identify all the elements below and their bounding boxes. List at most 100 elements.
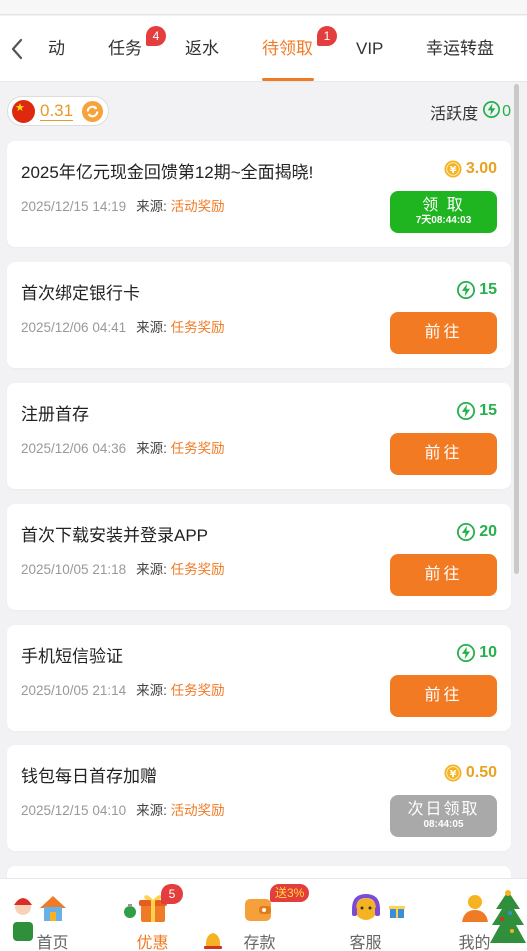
- card-title: 2025年亿元现金回馈第12期~全面揭晓!: [21, 163, 314, 182]
- scrollbar-thumb[interactable]: [514, 84, 519, 574]
- claim-button[interactable]: 领 取 7天08:44:03: [390, 191, 497, 233]
- source-label: 来源:: [136, 320, 167, 335]
- card-time: 2025/12/06 04:41: [21, 320, 127, 335]
- home-icon: [36, 891, 70, 925]
- source-label: 来源:: [136, 199, 167, 214]
- nav-profile[interactable]: 我的: [422, 879, 527, 951]
- reward-value: 20: [479, 523, 497, 540]
- button-label: 领 取: [422, 197, 465, 214]
- reward-card: 2025年亿元现金回馈第12期~全面揭晓! 2025/12/15 14:19 来源…: [7, 141, 511, 247]
- activity-label: 活跃度: [430, 106, 479, 123]
- nav-promotions[interactable]: 5 优惠: [100, 879, 205, 951]
- present-decoration-icon: [389, 903, 405, 924]
- source-value: 任务奖励: [170, 320, 225, 335]
- countdown-text: 08:44:05: [423, 819, 464, 830]
- source-value: 任务奖励: [170, 683, 225, 698]
- nav-label: 首页: [36, 935, 69, 951]
- card-meta: 2025/10/05 21:18 来源: 任务奖励: [21, 558, 225, 578]
- nav-label: 客服: [349, 935, 382, 951]
- card-reward: 10: [457, 643, 497, 663]
- card-title: 首次绑定银行卡: [21, 284, 140, 303]
- balance-pill: ★ 0.31: [7, 96, 109, 126]
- bolt-icon: [457, 281, 476, 299]
- nav-label: 我的: [458, 935, 491, 951]
- svg-text:¥: ¥: [449, 769, 456, 780]
- bottom-nav: 首页 5 优惠 存款 客服 我的: [0, 878, 527, 951]
- countdown-text: 7天08:44:03: [415, 215, 472, 226]
- status-bar: [0, 0, 527, 15]
- tab-tasks-badge: 4: [146, 26, 166, 46]
- tab-activity[interactable]: 动: [48, 36, 65, 62]
- card-meta: 2025/10/05 21:14 来源: 任务奖励: [21, 679, 225, 699]
- nav-label: 存款: [243, 935, 276, 951]
- source-value: 任务奖励: [170, 562, 225, 577]
- balance-value: 0.31: [40, 101, 74, 121]
- tab-vip[interactable]: VIP: [356, 36, 383, 62]
- button-label: 次日领取: [407, 801, 480, 818]
- go-button[interactable]: 前往: [390, 675, 497, 717]
- card-time: 2025/10/05 21:14: [21, 683, 127, 698]
- deposit-promo-badge: 送3%: [270, 884, 310, 902]
- bolt-icon: [457, 402, 476, 420]
- coin-icon: ¥: [444, 764, 462, 782]
- source-value: 活动奖励: [170, 803, 225, 818]
- card-reward: ¥ 3.00: [444, 159, 497, 179]
- nav-home[interactable]: 首页: [0, 879, 105, 951]
- reward-card: 首次下载安装并登录APP 2025/10/05 21:18 来源: 任务奖励 20…: [7, 504, 511, 610]
- reward-card: 手机短信验证 2025/10/05 21:14 来源: 任务奖励 10 前往: [7, 625, 511, 731]
- source-label: 来源:: [136, 683, 167, 698]
- profile-icon: [458, 891, 492, 925]
- source-label: 来源:: [136, 803, 167, 818]
- go-button[interactable]: 前往: [390, 433, 497, 475]
- ornament-decoration-icon: [122, 903, 138, 924]
- card-title: 钱包每日首存加赠: [21, 767, 157, 786]
- reward-value: 15: [479, 281, 497, 298]
- source-label: 来源:: [136, 441, 167, 456]
- source-value: 任务奖励: [170, 441, 225, 456]
- go-button[interactable]: 前往: [390, 312, 497, 354]
- svg-text:¥: ¥: [449, 165, 456, 176]
- bolt-icon: [457, 523, 476, 541]
- tab-tasks[interactable]: 任务: [108, 36, 142, 62]
- tab-pending-claim[interactable]: 待领取: [262, 36, 313, 62]
- card-time: 2025/10/05 21:18: [21, 562, 127, 577]
- card-meta: 2025/12/06 04:41 来源: 任务奖励: [21, 316, 225, 336]
- card-time: 2025/12/15 04:10: [21, 803, 127, 818]
- china-flag-icon: ★: [12, 100, 35, 123]
- go-button[interactable]: 前往: [390, 554, 497, 596]
- card-title: 注册首存: [21, 405, 89, 424]
- refresh-icon[interactable]: [81, 100, 104, 123]
- card-meta: 2025/12/06 04:36 来源: 任务奖励: [21, 437, 225, 457]
- reward-value: 0.50: [465, 764, 497, 781]
- card-time: 2025/12/06 04:36: [21, 441, 127, 456]
- reward-value: 10: [479, 644, 497, 661]
- reward-value: 15: [479, 402, 497, 419]
- reward-card: 注册首存 2025/12/06 04:36 来源: 任务奖励 15 前往: [7, 383, 511, 489]
- reward-value: 3.00: [465, 160, 497, 177]
- card-meta: 2025/12/15 04:10 来源: 活动奖励: [21, 799, 225, 819]
- coin-icon: ¥: [444, 160, 462, 178]
- tab-rebate[interactable]: 返水: [185, 36, 219, 62]
- nav-badge: 5: [161, 884, 183, 904]
- card-title: 首次下载安装并登录APP: [21, 526, 209, 545]
- activity-score: 活跃度 0: [430, 100, 511, 124]
- card-reward: ¥ 0.50: [444, 763, 497, 783]
- source-label: 来源:: [136, 562, 167, 577]
- next-day-claim-button[interactable]: 次日领取 08:44:05: [390, 795, 497, 837]
- source-value: 活动奖励: [170, 199, 225, 214]
- back-icon[interactable]: [6, 36, 28, 62]
- nav-customer-service[interactable]: 客服: [313, 879, 418, 951]
- card-time: 2025/12/15 14:19: [21, 199, 127, 214]
- activity-value: 0: [502, 103, 511, 120]
- active-tab-indicator: [262, 78, 314, 81]
- card-title: 手机短信验证: [21, 647, 123, 666]
- bolt-icon: [483, 101, 501, 123]
- card-reward: 15: [457, 280, 497, 300]
- tab-pending-badge: 1: [317, 26, 337, 46]
- card-reward: 20: [457, 522, 497, 542]
- tab-lucky-wheel[interactable]: 幸运转盘: [426, 36, 494, 62]
- reward-card: 首次绑定银行卡 2025/12/06 04:41 来源: 任务奖励 15 前往: [7, 262, 511, 368]
- tab-bar: 动 任务 4 返水 待领取 1 VIP 幸运转盘: [0, 16, 527, 82]
- card-reward: 15: [457, 401, 497, 421]
- bolt-icon: [457, 644, 476, 662]
